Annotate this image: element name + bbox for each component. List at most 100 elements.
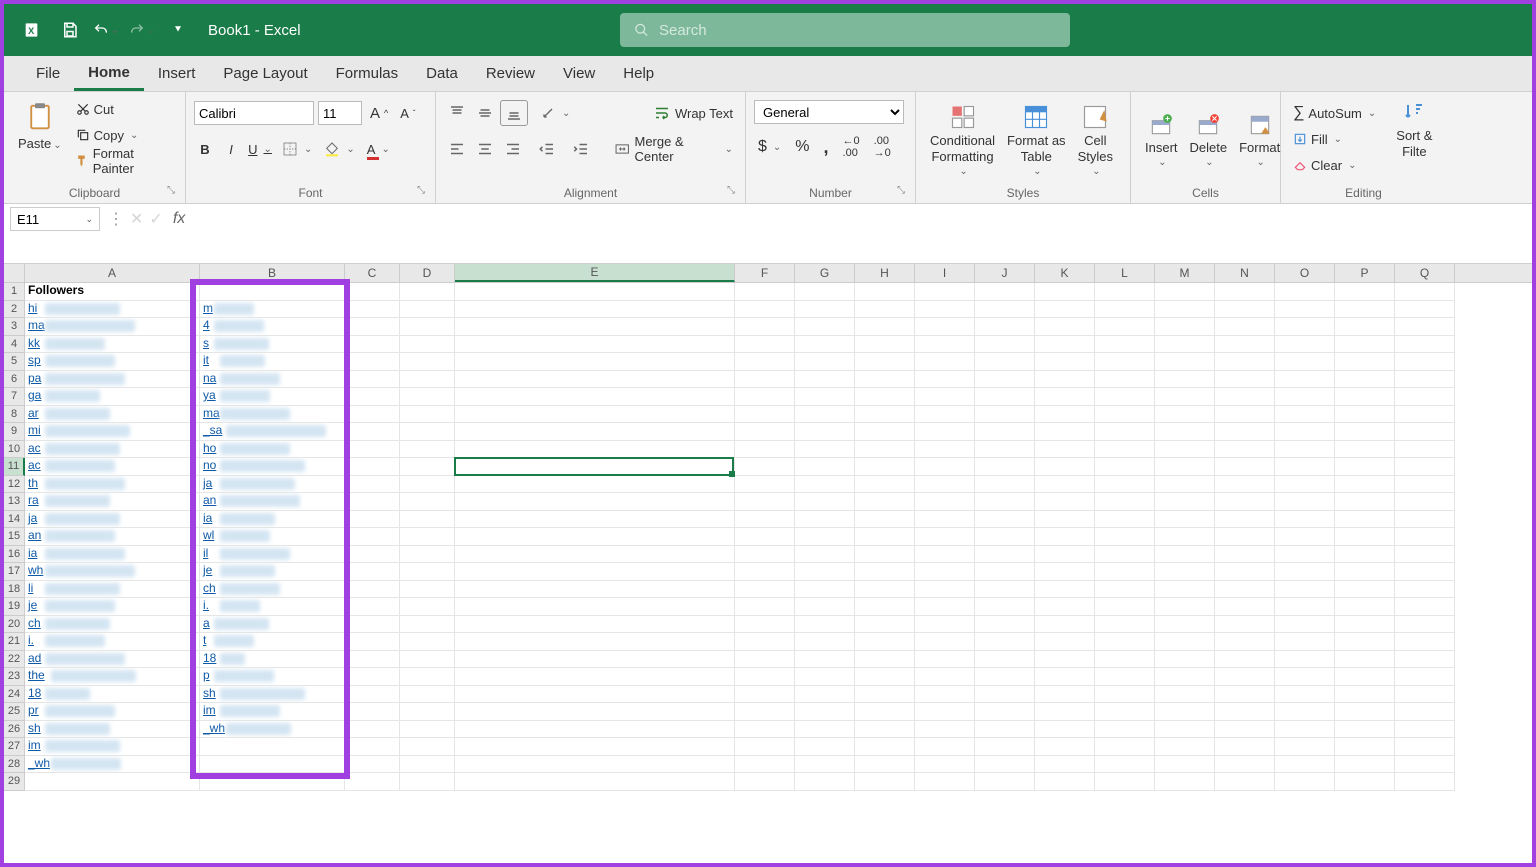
cell[interactable] [915, 371, 975, 389]
cell[interactable] [915, 668, 975, 686]
cell[interactable] [915, 633, 975, 651]
cell[interactable] [795, 336, 855, 354]
cell[interactable] [400, 493, 455, 511]
cell[interactable] [455, 336, 735, 354]
cell[interactable] [400, 668, 455, 686]
cell[interactable] [975, 668, 1035, 686]
cell[interactable]: ja [200, 476, 345, 494]
cell[interactable] [1335, 441, 1395, 459]
qat-customize-icon[interactable]: ⯆ [160, 12, 196, 48]
cell[interactable] [345, 633, 400, 651]
row-header[interactable]: 23 [4, 668, 25, 686]
cell[interactable] [1215, 406, 1275, 424]
cell[interactable]: _wh [200, 721, 345, 739]
cell[interactable] [975, 581, 1035, 599]
cell[interactable] [1215, 528, 1275, 546]
cell[interactable] [1335, 388, 1395, 406]
cell[interactable] [345, 756, 400, 774]
cell[interactable] [400, 756, 455, 774]
row-header[interactable]: 26 [4, 721, 25, 739]
cell[interactable] [915, 773, 975, 791]
cell[interactable] [345, 773, 400, 791]
cell[interactable] [455, 458, 735, 476]
cell[interactable] [1335, 546, 1395, 564]
increase-indent-button[interactable] [568, 136, 594, 162]
decrease-font-button[interactable]: Aˇ [396, 100, 419, 126]
comma-format-button[interactable]: , [820, 134, 833, 160]
cell[interactable] [345, 283, 400, 301]
cell[interactable] [200, 283, 345, 301]
cell[interactable] [735, 756, 795, 774]
cell[interactable] [1335, 756, 1395, 774]
tab-view[interactable]: View [549, 56, 609, 91]
tab-formulas[interactable]: Formulas [322, 56, 413, 91]
cell[interactable] [735, 406, 795, 424]
cell[interactable] [1095, 633, 1155, 651]
cell[interactable] [1275, 598, 1335, 616]
conditional-formatting-button[interactable]: Conditional Formatting [924, 99, 1001, 181]
percent-format-button[interactable]: % [791, 134, 813, 160]
cell[interactable] [345, 563, 400, 581]
cell[interactable] [400, 388, 455, 406]
cell[interactable] [345, 546, 400, 564]
cell[interactable] [855, 406, 915, 424]
wrap-text-button[interactable]: Wrap Text [649, 100, 737, 126]
cell[interactable] [1035, 283, 1095, 301]
cell[interactable] [345, 318, 400, 336]
cell[interactable] [795, 756, 855, 774]
cell[interactable] [735, 458, 795, 476]
cell[interactable] [400, 528, 455, 546]
row-header[interactable]: 22 [4, 651, 25, 669]
column-header-A[interactable]: A [25, 264, 200, 282]
row-header[interactable]: 17 [4, 563, 25, 581]
cell[interactable] [795, 546, 855, 564]
cell[interactable] [1215, 493, 1275, 511]
row-header[interactable]: 9 [4, 423, 25, 441]
cell[interactable] [1395, 511, 1455, 529]
font-color-button[interactable]: A [363, 136, 394, 162]
cell[interactable]: pr [25, 703, 200, 721]
cell[interactable] [1095, 493, 1155, 511]
cell[interactable] [1155, 476, 1215, 494]
cell[interactable] [1155, 511, 1215, 529]
format-cells-button[interactable]: Format [1233, 108, 1286, 173]
cell[interactable] [1395, 476, 1455, 494]
cell[interactable] [795, 721, 855, 739]
cell[interactable] [200, 773, 345, 791]
cell[interactable] [1335, 703, 1395, 721]
column-header-C[interactable]: C [345, 264, 400, 282]
cell[interactable] [1395, 441, 1455, 459]
cell[interactable] [1095, 301, 1155, 319]
align-bottom-button[interactable] [500, 100, 528, 126]
cell[interactable] [915, 721, 975, 739]
cell[interactable] [1335, 318, 1395, 336]
clear-button[interactable]: Clear [1289, 152, 1380, 178]
cell[interactable] [1275, 283, 1335, 301]
cell[interactable] [345, 441, 400, 459]
cell[interactable] [1275, 546, 1335, 564]
cell[interactable] [1215, 581, 1275, 599]
align-top-button[interactable] [444, 100, 470, 126]
cell[interactable] [400, 546, 455, 564]
cell[interactable] [855, 546, 915, 564]
cell[interactable]: 18 [25, 686, 200, 704]
cell[interactable] [975, 406, 1035, 424]
cell[interactable] [400, 686, 455, 704]
cell[interactable]: wl [200, 528, 345, 546]
cell[interactable] [455, 318, 735, 336]
cell[interactable] [975, 283, 1035, 301]
cell[interactable] [455, 721, 735, 739]
cell[interactable] [795, 563, 855, 581]
cell[interactable]: sh [25, 721, 200, 739]
cell[interactable]: ch [200, 581, 345, 599]
cell[interactable] [735, 528, 795, 546]
cell[interactable] [1095, 563, 1155, 581]
cell[interactable] [1335, 493, 1395, 511]
cell[interactable] [1095, 476, 1155, 494]
cell[interactable] [1095, 773, 1155, 791]
cell[interactable] [1395, 546, 1455, 564]
cell[interactable] [735, 493, 795, 511]
column-header-H[interactable]: H [855, 264, 915, 282]
cell[interactable] [1095, 528, 1155, 546]
cell[interactable] [345, 651, 400, 669]
